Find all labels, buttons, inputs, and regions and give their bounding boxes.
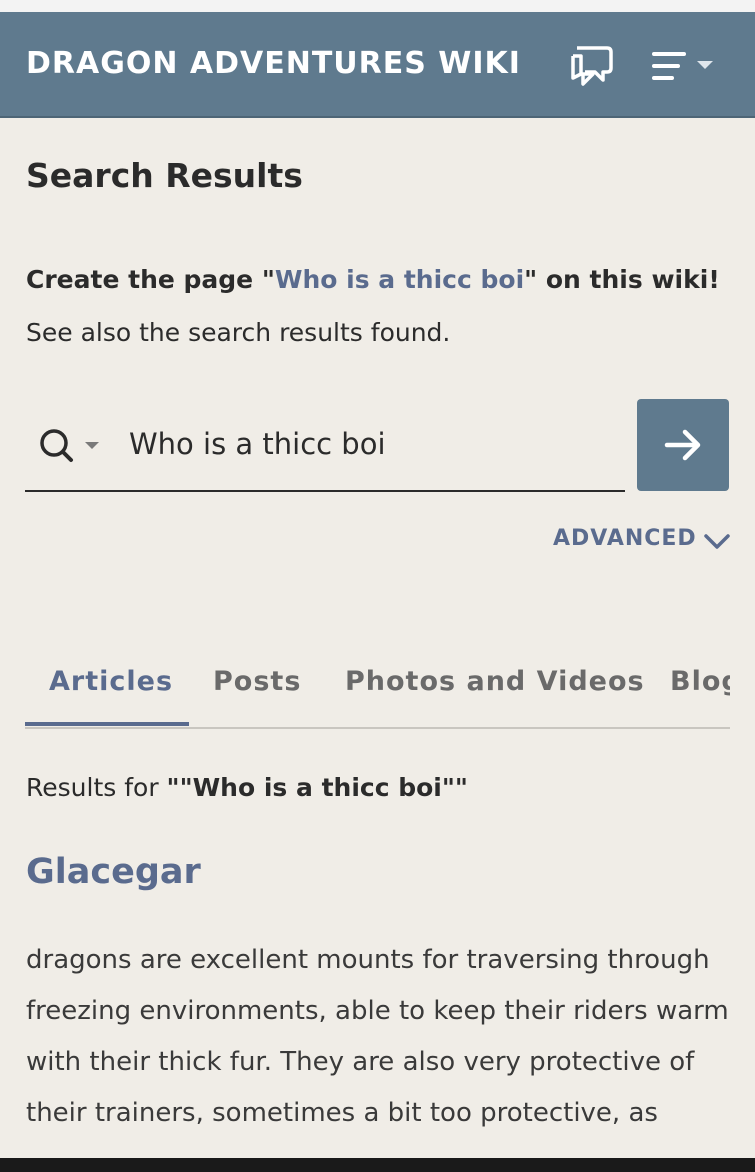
- bottom-edge-bar: [0, 1158, 755, 1172]
- active-tab-indicator: [25, 722, 189, 726]
- results-for-text: Results for ""Who is a thicc boi"": [26, 773, 468, 802]
- tab-articles[interactable]: Articles: [49, 666, 173, 697]
- see-also-text: See also the search results found.: [26, 318, 451, 347]
- tab-posts[interactable]: Posts: [213, 666, 301, 697]
- hamburger-menu-icon[interactable]: [648, 48, 720, 84]
- chevron-down-icon: [704, 534, 730, 549]
- advanced-label: ADVANCED: [553, 526, 697, 551]
- result-type-tabs: Articles Posts Photos and Videos Blogs: [25, 652, 730, 729]
- arrow-right-icon: [664, 429, 701, 461]
- top-navigation-bar: DRAGON ADVENTURES WIKI: [0, 12, 755, 118]
- search-submit-button[interactable]: [637, 399, 729, 491]
- advanced-search-toggle[interactable]: ADVANCED: [553, 526, 730, 560]
- result-title-link[interactable]: Glacegar: [26, 852, 201, 892]
- tab-blogs[interactable]: Blogs: [670, 666, 730, 697]
- create-page-suffix: " on this wiki!: [524, 265, 720, 294]
- chevron-down-icon: [85, 442, 99, 449]
- search-scope-dropdown[interactable]: [37, 426, 117, 466]
- tab-photos-and-videos[interactable]: Photos and Videos: [345, 666, 645, 697]
- magnifier-icon: [40, 429, 99, 462]
- results-for-prefix: Results for: [26, 773, 167, 802]
- create-page-prefix: Create the page ": [26, 265, 275, 294]
- speech-bubbles-icon[interactable]: [567, 44, 615, 88]
- create-page-notice: Create the page "Who is a thicc boi" on …: [26, 265, 720, 294]
- results-for-query: ""Who is a thicc boi"": [166, 773, 468, 802]
- wiki-title[interactable]: DRAGON ADVENTURES WIKI: [26, 46, 521, 81]
- page-title: Search Results: [26, 156, 303, 195]
- status-strip: [0, 0, 755, 12]
- search-box: [25, 400, 625, 492]
- result-snippet: dragons are excellent mounts for travers…: [26, 945, 729, 1128]
- search-input[interactable]: [129, 422, 609, 466]
- create-page-link[interactable]: Who is a thicc boi: [275, 265, 524, 294]
